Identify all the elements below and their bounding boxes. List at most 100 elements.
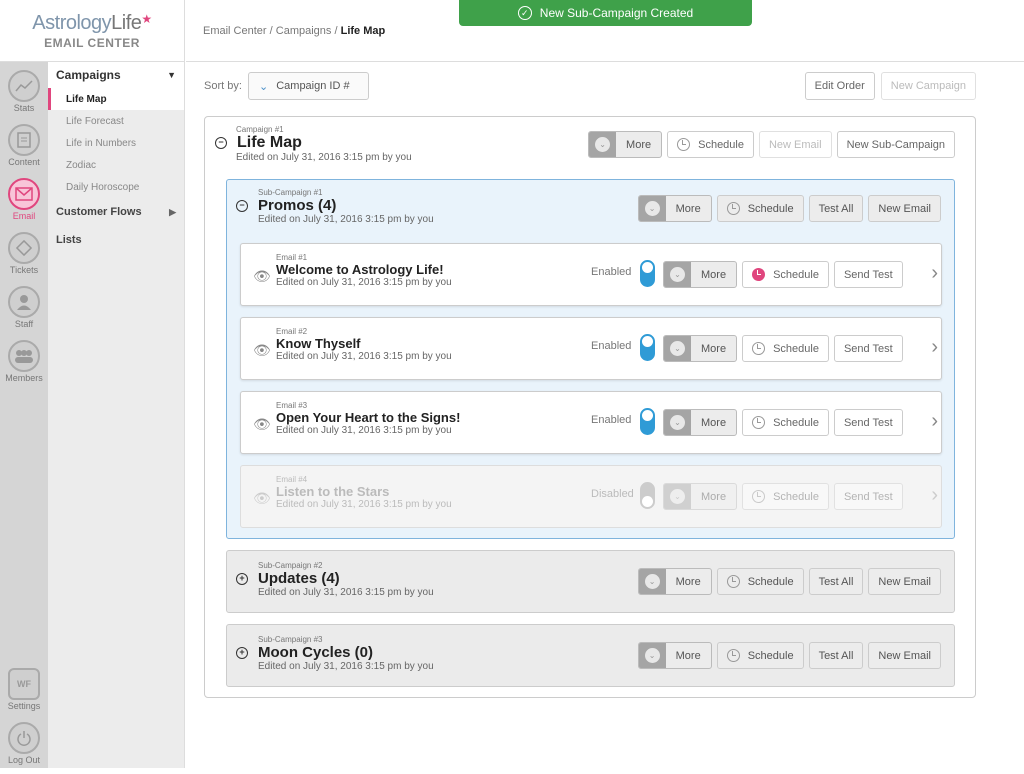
rail-content[interactable]: Content [0,122,48,176]
more-button[interactable]: ⌄ More [663,335,738,362]
new-email-button[interactable]: New Email [758,131,832,158]
email-status: Disabled [591,488,634,500]
sidebar-item-life-forecast[interactable]: Life Forecast [48,110,184,132]
chevron-right-icon[interactable]: › [931,336,938,359]
rail-tickets[interactable]: Tickets [0,230,48,284]
clock-icon [752,416,766,429]
campaign-card: Campaign #1 − Life Map Edited on July 31,… [204,116,976,698]
rail-settings[interactable]: WF Settings [0,666,48,720]
breadcrumb-current: Life Map [340,25,386,37]
email-status: Enabled [591,340,632,352]
collapse-icon[interactable]: − [236,199,248,212]
sidebar-item-zodiac[interactable]: Zodiac [48,154,184,176]
eye-icon[interactable]: 👁 [253,342,271,359]
logo-title: AstrologyLife★ [0,12,184,35]
schedule-button[interactable]: Schedule [742,409,829,436]
more-button[interactable]: ⌄ More [663,409,738,436]
more-label: More [701,342,727,355]
enable-toggle[interactable] [640,334,655,361]
more-button[interactable]: ⌄ More [637,642,712,669]
sub-campaign-card: Sub-Campaign #2 + Updates (4) Edited on J… [226,550,955,613]
nav-lists[interactable]: Lists [48,226,184,254]
send-test-button[interactable]: Send Test [833,335,903,362]
rail-label: Stats [13,103,35,113]
chevron-right-icon[interactable]: › [931,484,938,507]
schedule-label: Schedule [747,649,794,662]
campaign-actions: ⌄ More Schedule New Email New Sub-Campaig… [588,131,955,158]
email-kicker: Email #2 [276,327,308,336]
test-all-button[interactable]: Test All [808,642,864,669]
expand-icon[interactable]: + [236,572,248,585]
test-all-button[interactable]: Test All [808,568,864,595]
top-bar: Email Center / Campaigns / Life Map ✓ Ne… [186,0,1024,62]
email-row[interactable]: 👁 Email #4 Listen to the Stars Edited on J… [240,465,942,528]
schedule-button[interactable]: Schedule [716,642,804,669]
rail-logout[interactable]: Log Out [0,720,48,774]
more-button[interactable]: ⌄ More [637,568,712,595]
toast-text: New Sub-Campaign Created [539,6,694,20]
sidebar-item-daily-horoscope[interactable]: Daily Horoscope [48,176,184,198]
rail-staff[interactable]: Staff [0,284,48,338]
schedule-button[interactable]: Schedule [742,261,829,288]
nav-customer-flows[interactable]: Customer Flows ▶ [48,198,184,226]
schedule-label: Schedule [773,490,819,503]
schedule-button[interactable]: Schedule [716,568,804,595]
more-label: More [675,575,701,588]
schedule-button[interactable]: Schedule [742,335,829,362]
rail-email[interactable]: Email [0,176,48,230]
new-email-button[interactable]: New Email [868,195,941,222]
schedule-button[interactable]: Schedule [667,131,754,158]
rail-label: Tickets [9,265,39,275]
schedule-label: Schedule [698,138,744,151]
more-label: More [701,268,727,281]
sidebar-item-life-in-numbers[interactable]: Life in Numbers [48,132,184,154]
nav-campaigns[interactable]: Campaigns ▼ [48,62,184,88]
new-campaign-button[interactable]: New Campaign [880,72,976,100]
eye-icon[interactable]: 👁 [253,268,271,285]
sub-campaign-card: Sub-Campaign #1 − Promos (4) Edited on Ju… [226,179,955,539]
sidebar-item-life-map[interactable]: Life Map [48,88,184,110]
email-row[interactable]: 👁 Email #3 Open Your Heart to the Signs! E… [240,391,942,454]
email-icon [8,178,40,210]
breadcrumb-campaigns[interactable]: Campaigns [276,25,332,37]
more-button[interactable]: ⌄ More [663,483,738,510]
eye-icon[interactable]: 👁 [253,490,271,507]
more-button[interactable]: ⌄ More [588,131,663,158]
new-sub-campaign-button[interactable]: New Sub-Campaign [836,131,955,158]
edit-order-button[interactable]: Edit Order [804,72,875,100]
email-row[interactable]: 👁 Email #2 Know Thyself Edited on July 31,… [240,317,942,380]
expand-icon[interactable]: + [236,646,248,659]
email-title: Listen to the Stars [276,484,390,499]
sort-label: Sort by: [204,80,242,92]
more-button[interactable]: ⌄ More [637,195,712,222]
send-test-button[interactable]: Send Test [833,409,903,436]
schedule-button[interactable]: Schedule [716,195,804,222]
eye-icon[interactable]: 👁 [253,416,271,433]
more-button[interactable]: ⌄ More [663,261,738,288]
sort-select[interactable]: ⌄ Campaign ID # [248,72,369,100]
email-row[interactable]: 👁 Email #1 Welcome to Astrology Life! Edit… [240,243,942,306]
more-label: More [626,138,652,151]
new-email-button[interactable]: New Email [868,642,941,669]
schedule-button[interactable]: Schedule [742,483,829,510]
send-test-button[interactable]: Send Test [833,483,903,510]
breadcrumb-email-center[interactable]: Email Center [203,25,267,37]
new-email-button[interactable]: New Email [868,568,941,595]
chevron-down-icon: ⌄ [644,201,660,216]
campaign-header: Campaign #1 − Life Map Edited on July 31,… [215,125,412,163]
chevron-right-icon[interactable]: › [931,410,938,433]
test-all-button[interactable]: Test All [808,195,864,222]
rail-members[interactable]: Members [0,338,48,392]
enable-toggle[interactable] [640,260,655,287]
campaign-edited: Edited on July 31, 2016 3:15 pm by you [236,152,412,163]
rail-stats[interactable]: Stats [0,68,48,122]
chevron-down-icon: ⌄ [670,341,685,356]
sidebar: Campaigns ▼ Life Map Life Forecast Life … [48,62,185,768]
more-label: More [675,202,701,215]
enable-toggle[interactable] [640,482,655,509]
success-toast: ✓ New Sub-Campaign Created [459,0,752,26]
enable-toggle[interactable] [640,408,655,435]
send-test-button[interactable]: Send Test [833,261,903,288]
chevron-right-icon[interactable]: › [931,262,938,285]
collapse-icon[interactable]: − [215,137,227,149]
